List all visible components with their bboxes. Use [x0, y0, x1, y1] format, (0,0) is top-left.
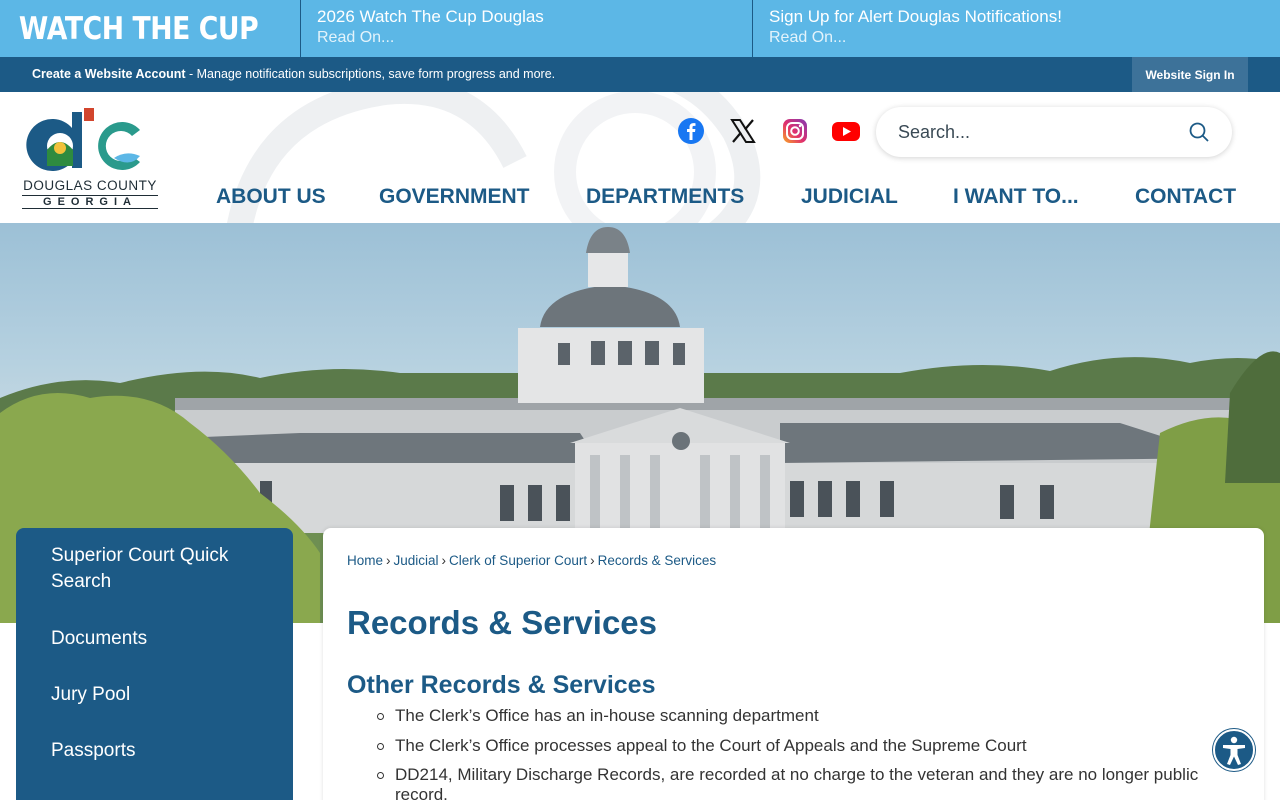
- breadcrumb-separator: ›: [441, 553, 447, 568]
- nav-contact[interactable]: CONTACT: [1135, 185, 1236, 209]
- alert-item-sign-up[interactable]: Sign Up for Alert Douglas Notifications!…: [752, 0, 1280, 57]
- x-icon[interactable]: [728, 116, 758, 146]
- section-title: Other Records & Services: [347, 671, 656, 699]
- list-item: The Clerk’s Office has an in-house scann…: [377, 706, 1255, 726]
- main-content: Home › Judicial › Clerk of Superior Court › Re…: [323, 528, 1264, 800]
- sidebar-item-jury-pool[interactable]: Jury Pool: [16, 682, 293, 708]
- alert-read-on-link[interactable]: Read On...: [317, 27, 752, 49]
- account-prompt: Create a Website Account - Manage notifi…: [32, 67, 555, 81]
- breadcrumb-home[interactable]: Home: [347, 553, 383, 568]
- breadcrumb: Home › Judicial › Clerk of Superior Court › Re…: [347, 553, 716, 568]
- nav-judicial[interactable]: JUDICIAL: [801, 185, 898, 209]
- instagram-icon[interactable]: [780, 116, 810, 146]
- facebook-icon[interactable]: [676, 116, 706, 146]
- create-account-link[interactable]: Create a Website Account: [32, 67, 186, 81]
- main-navigation: ABOUT US GOVERNMENT DEPARTMENTS JUDICIAL…: [0, 185, 1280, 213]
- list-item: The Clerk’s Office processes appeal to t…: [377, 736, 1255, 756]
- website-sign-in-button[interactable]: Website Sign In: [1132, 57, 1248, 92]
- sidebar-item-passports[interactable]: Passports: [16, 738, 293, 764]
- create-account-description: - Manage notification subscriptions, sav…: [185, 67, 556, 81]
- nav-about-us[interactable]: ABOUT US: [216, 185, 326, 209]
- nav-government[interactable]: GOVERNMENT: [379, 185, 530, 209]
- breadcrumb-clerk-of-superior-court[interactable]: Clerk of Superior Court: [449, 553, 587, 568]
- alert-banner: WATCH THE CUP 2026 Watch The Cup Douglas…: [0, 0, 1280, 57]
- alert-read-on-link[interactable]: Read On...: [769, 27, 1280, 49]
- alert-title[interactable]: Sign Up for Alert Douglas Notifications!: [769, 7, 1280, 27]
- dc-logo-mark-icon: [26, 108, 140, 171]
- accessibility-icon[interactable]: [1213, 729, 1255, 771]
- breadcrumb-judicial[interactable]: Judicial: [394, 553, 439, 568]
- alert-title[interactable]: 2026 Watch The Cup Douglas: [317, 7, 752, 27]
- services-list: The Clerk’s Office has an in-house scann…: [377, 706, 1255, 800]
- nav-departments[interactable]: DEPARTMENTS: [586, 185, 744, 209]
- youtube-icon[interactable]: [831, 116, 861, 146]
- sidebar-item-superior-court-quick-search[interactable]: Superior Court Quick Search: [16, 543, 293, 595]
- nav-i-want-to[interactable]: I WANT TO...: [953, 185, 1079, 209]
- alert-item-watch-the-cup[interactable]: 2026 Watch The Cup Douglas Read On...: [300, 0, 752, 57]
- search-input[interactable]: [898, 119, 1178, 145]
- sidebar-item-documents[interactable]: Documents: [16, 626, 293, 652]
- list-item: DD214, Military Discharge Records, are r…: [377, 765, 1255, 800]
- watch-the-cup-logo[interactable]: WATCH THE CUP: [0, 0, 259, 57]
- account-bar: Create a Website Account - Manage notifi…: [0, 57, 1280, 92]
- breadcrumb-separator: ›: [386, 553, 391, 568]
- search-icon[interactable]: [1188, 121, 1210, 143]
- search-box: [876, 107, 1232, 157]
- sidebar-navigation: Superior Court Quick Search Documents Ju…: [16, 528, 293, 800]
- breadcrumb-separator: ›: [590, 553, 595, 568]
- site-header: DOUGLAS COUNTY GEORGIA ABOUT US GOVERNME…: [0, 92, 1280, 223]
- page-title: Records & Services: [347, 604, 658, 641]
- breadcrumb-records-and-services[interactable]: Records & Services: [598, 553, 717, 568]
